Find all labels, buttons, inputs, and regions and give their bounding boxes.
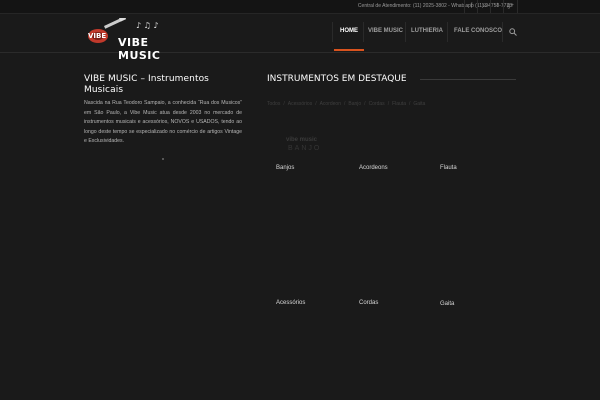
tile-label: Gaita xyxy=(440,301,455,307)
filter-all[interactable]: Todos xyxy=(267,101,280,107)
tile-label: Cordas xyxy=(359,300,379,306)
google-plus-icon[interactable]: g+ xyxy=(503,0,518,13)
twitter-icon[interactable]: t xyxy=(490,0,504,13)
tile-label: Acordeons xyxy=(359,165,388,171)
decorative-dot xyxy=(162,158,164,160)
title-divider xyxy=(420,79,516,80)
filter-cordas[interactable]: Cordas xyxy=(369,101,385,107)
tile-label: Acessórios xyxy=(276,300,306,306)
site-header: ♪ ♫ ♪ VIBE VIBE MUSIC HOME VIBE MUSIC LU… xyxy=(0,14,600,62)
tile-flauta[interactable]: Flauta xyxy=(432,112,510,232)
tile-gaita[interactable]: Gaita xyxy=(432,246,510,366)
nav-luthieria[interactable]: LUTHIERIA xyxy=(411,28,443,34)
nav-vibe-music[interactable]: VIBE MUSIC xyxy=(368,28,403,34)
filter-acessorios[interactable]: Acessórios xyxy=(288,101,312,107)
tile-thumbnail: vibe music BANJO xyxy=(268,112,346,172)
filter-flauta[interactable]: Flauta xyxy=(392,101,406,107)
nav-home[interactable]: HOME xyxy=(340,28,358,34)
tile-label: Banjos xyxy=(276,165,295,171)
featured-title: INSTRUMENTOS EM DESTAQUE xyxy=(267,74,407,84)
filter-banjo[interactable]: Banjo xyxy=(348,101,361,107)
filter-acordeon[interactable]: Acordeon xyxy=(320,101,341,107)
tile-thumbnail xyxy=(432,112,510,172)
tile-label: Flauta xyxy=(440,165,457,171)
filter-gaita[interactable]: Gaita xyxy=(413,101,425,107)
about-text: Nascida na Rua Teodoro Sampaio, a conhec… xyxy=(84,100,242,144)
logo-badge: VIBE xyxy=(88,32,107,40)
tile-acordeons[interactable]: Acordeons xyxy=(351,112,429,232)
top-bar: Central de Atendimento: (11) 2025-3802 -… xyxy=(0,0,600,14)
logo-text: VIBE MUSIC xyxy=(118,36,161,62)
thumb-brand: vibe music xyxy=(286,137,318,143)
facebook-icon[interactable]: f xyxy=(464,0,478,13)
tile-thumbnail xyxy=(268,246,346,306)
active-nav-indicator xyxy=(334,49,364,51)
tile-banjos[interactable]: vibe music BANJO Banjos xyxy=(268,112,346,232)
instagram-icon[interactable]: ◘ xyxy=(477,0,491,13)
portfolio-filter: Todos / Acessórios / Acordeon / Banjo / Cordas / F… xyxy=(267,101,426,107)
svg-text:♪ ♫ ♪: ♪ ♫ ♪ xyxy=(136,21,158,30)
tile-acessorios[interactable]: Acessórios xyxy=(268,246,346,366)
nav-fale-conosco[interactable]: FALE CONOSCO xyxy=(454,28,502,34)
tile-thumbnail xyxy=(432,246,510,306)
about-title: VIBE MUSIC – Instrumentos Musicais xyxy=(84,74,209,95)
tile-cordas[interactable]: Cordas xyxy=(351,246,429,366)
tile-thumbnail xyxy=(351,112,429,172)
site-logo[interactable]: ♪ ♫ ♪ VIBE VIBE MUSIC xyxy=(86,15,186,62)
search-icon[interactable] xyxy=(509,28,517,36)
tile-thumbnail xyxy=(351,246,429,306)
thumb-sub: BANJO xyxy=(288,145,322,152)
